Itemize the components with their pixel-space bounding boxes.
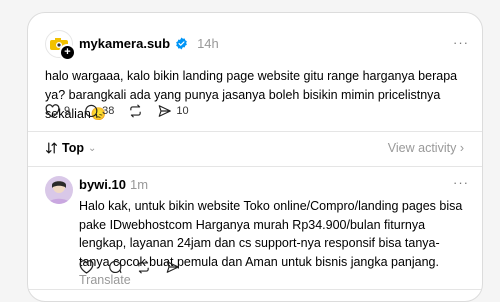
reply-avatar[interactable] <box>45 176 73 204</box>
sort-icon <box>46 142 57 154</box>
verified-badge-icon <box>176 37 187 50</box>
comment-icon <box>85 104 98 118</box>
send-icon <box>159 105 172 117</box>
reply-more-options[interactable]: ··· <box>453 175 469 190</box>
post-actions: 9 38 10 <box>45 104 203 118</box>
divider <box>28 131 482 132</box>
thread-card: + mykamera.sub 14h ··· halo wargaaa, kal… <box>27 12 483 302</box>
repost-icon <box>130 104 142 118</box>
repost-icon <box>138 260 149 274</box>
chevron-right-icon: › <box>459 141 464 155</box>
sort-dropdown[interactable]: Top ⌄ <box>45 141 96 155</box>
reply-text: Halo kak, untuk bikin website Toko onlin… <box>79 197 469 290</box>
like-button[interactable]: 9 <box>45 104 70 118</box>
divider <box>28 289 482 290</box>
reply-share-button[interactable] <box>165 260 180 274</box>
repost-button[interactable] <box>128 104 143 118</box>
divider <box>28 166 482 167</box>
follow-plus-icon[interactable]: + <box>59 44 76 61</box>
view-activity-label: View activity <box>387 141 457 155</box>
comment-icon <box>109 260 122 274</box>
user-avatar-icon <box>48 181 70 204</box>
send-icon <box>166 261 179 273</box>
reply-time: 1m <box>129 177 149 192</box>
heart-icon <box>79 260 94 274</box>
comment-count: 38 <box>102 105 115 117</box>
chevron-down-icon: ⌄ <box>87 142 97 154</box>
reply-like-button[interactable] <box>79 260 94 274</box>
reply-header: bywi.10 1m <box>79 177 148 192</box>
reply-body: Halo kak, untuk bikin website Toko onlin… <box>79 199 463 269</box>
heart-icon <box>45 104 60 118</box>
reply-repost-button[interactable] <box>136 260 151 274</box>
translate-link[interactable]: Translate <box>79 273 131 287</box>
post-time: 14h <box>197 36 219 51</box>
post-header: mykamera.sub 14h <box>79 36 219 51</box>
view-activity-link[interactable]: View activity › <box>388 141 464 155</box>
like-count: 9 <box>64 105 71 117</box>
sort-label: Top <box>62 141 84 155</box>
share-count: 10 <box>176 105 189 117</box>
reply-username[interactable]: bywi.10 <box>79 177 126 192</box>
comment-button[interactable]: 38 <box>84 104 114 118</box>
reply-actions <box>79 260 194 274</box>
post-avatar[interactable]: + <box>45 30 76 61</box>
reply-comment-button[interactable] <box>108 260 122 274</box>
post-more-options[interactable]: ··· <box>453 35 469 50</box>
share-button[interactable]: 10 <box>157 104 189 118</box>
post-username[interactable]: mykamera.sub <box>79 36 170 51</box>
